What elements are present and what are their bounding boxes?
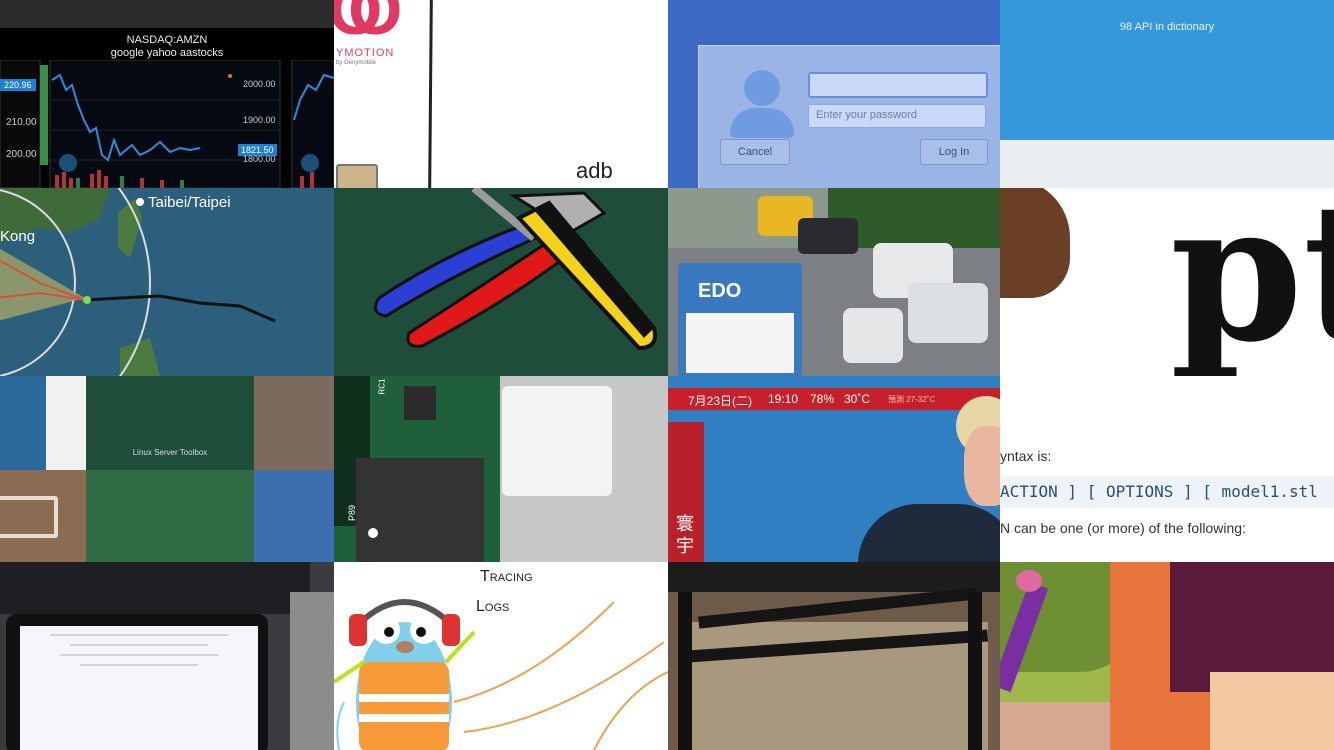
left-tick-1: 210.00: [6, 117, 37, 128]
following-text: N can be one (or more) of the following:: [1000, 520, 1246, 536]
stock-chart-svg: [0, 60, 334, 188]
mini-doc: [46, 376, 86, 470]
news-humidity: 78%: [810, 392, 835, 406]
tile-typhoon-map[interactable]: Taibei/Taipei Kong: [0, 188, 334, 376]
phone-device: [336, 164, 378, 188]
truck-panel: [686, 313, 794, 373]
mini-news: [254, 470, 334, 562]
person-suit: [858, 504, 1000, 562]
tile-traffic-photo[interactable]: EDO: [668, 188, 1000, 376]
bus-sign: EDO: [698, 280, 742, 302]
window-frame: [1210, 672, 1334, 750]
tile-gopher-tracing[interactable]: Tracing Logs: [334, 562, 668, 750]
ground: [1000, 702, 1110, 750]
desk-right: [290, 592, 334, 750]
password-placeholder: Enter your password: [816, 109, 917, 121]
frame-right: [968, 592, 982, 750]
city-label-taipei: Taibei/Taipei: [148, 194, 231, 211]
password-input[interactable]: Enter your password: [808, 104, 986, 128]
right-tick-3: 1800.00: [243, 154, 276, 164]
pink-flower: [1016, 570, 1042, 592]
right-tick-1: 2000.00: [243, 79, 276, 89]
login-button[interactable]: Log In: [920, 139, 988, 165]
gopher-mascot-icon: [334, 599, 668, 750]
divider-line: [428, 0, 433, 188]
logs-label: Logs: [476, 598, 510, 615]
brown-shape: [1000, 188, 1070, 298]
car-white-3: [843, 308, 903, 363]
tile-login-screen[interactable]: Enter your password Cancel Log In: [668, 0, 1000, 188]
frame-left: [678, 592, 692, 750]
api-footer-band: [1000, 140, 1334, 188]
tile-genymotion-adb[interactable]: O O YMOTION by Genymobile adb: [334, 0, 668, 188]
tile-man-page[interactable]: yntax is: ACTION ] [ OPTIONS ] [ model1.…: [1000, 376, 1334, 562]
car-dark: [798, 218, 858, 254]
person-face: [964, 426, 1000, 506]
mini-folder-icon: [0, 470, 86, 562]
tile-laptop-photo[interactable]: [0, 562, 334, 750]
username-input[interactable]: [808, 72, 988, 98]
news-date: 7月23日(二): [688, 394, 753, 408]
news-char-2: 宇: [676, 536, 694, 556]
pcb-main-chip: [356, 458, 484, 562]
tile-news-broadcast[interactable]: 7月23日(二) 19:10 78% 30˚C 預測 27-32˚C 寰 宇: [668, 376, 1000, 562]
genymotion-name: YMOTION: [336, 47, 395, 59]
tile-3d-printer[interactable]: [668, 562, 1000, 750]
stock-source: google yahoo aastocks: [110, 47, 224, 59]
city-label-kong: Kong: [0, 228, 36, 245]
typhoon-map-svg: [0, 188, 276, 376]
left-price-tag: 220.96: [0, 79, 36, 91]
tracing-label: Tracing: [480, 568, 533, 585]
cancel-button[interactable]: Cancel: [720, 139, 790, 165]
car-white-2: [908, 283, 988, 343]
tile-cartoon-scene[interactable]: [1000, 562, 1334, 750]
silkscreen-label-2: RC1: [377, 378, 387, 395]
image-grid: NASDAQ:AMZN google yahoo aastocks 220.96…: [0, 0, 1334, 750]
tile-tools[interactable]: [334, 188, 668, 376]
laptop-screen: [20, 626, 258, 750]
user-avatar-icon: [730, 70, 794, 138]
syntax-label: yntax is:: [1000, 448, 1052, 464]
tile-collage[interactable]: Linux Server Toolbox: [0, 376, 334, 562]
mini-traffic: [254, 376, 334, 470]
news-forecast: 預測 27-32˚C: [888, 395, 936, 404]
tile-stock-chart[interactable]: NASDAQ:AMZN google yahoo aastocks 220.96…: [0, 0, 334, 188]
adb-label: adb: [576, 158, 613, 183]
api-title: 98 API in dictionary: [1119, 21, 1215, 33]
pliers-screwdriver-icon: [373, 188, 657, 351]
genymotion-logo-o-2: O: [348, 0, 403, 49]
pcb-white-component: [502, 386, 612, 496]
news-temp: 30˚C: [844, 392, 871, 406]
monitor-top: [0, 562, 310, 614]
stock-ticker: NASDAQ:AMZN: [126, 34, 208, 46]
pcb-chip-small: [404, 386, 436, 420]
mini-pcb: [86, 470, 254, 562]
collage-label: Linux Server Toolbox: [132, 448, 208, 457]
tile-api-dictionary[interactable]: 98 API in dictionary: [1000, 0, 1334, 188]
tile-pt-logo[interactable]: pt: [1000, 188, 1334, 376]
left-tick-2: 200.00: [6, 149, 37, 160]
frame-top: [668, 562, 1000, 592]
syntax-code: ACTION ] [ OPTIONS ] [ model1.stl: [1000, 482, 1318, 501]
tile-pcb[interactable]: P89 RC1: [334, 376, 668, 562]
genymotion-byline: by Genymobile: [336, 60, 377, 66]
right-tick-2: 1900.00: [243, 115, 276, 125]
pt-text: pt: [1170, 188, 1334, 376]
silkscreen-label: P89: [347, 504, 358, 522]
news-time: 19:10: [768, 392, 799, 406]
